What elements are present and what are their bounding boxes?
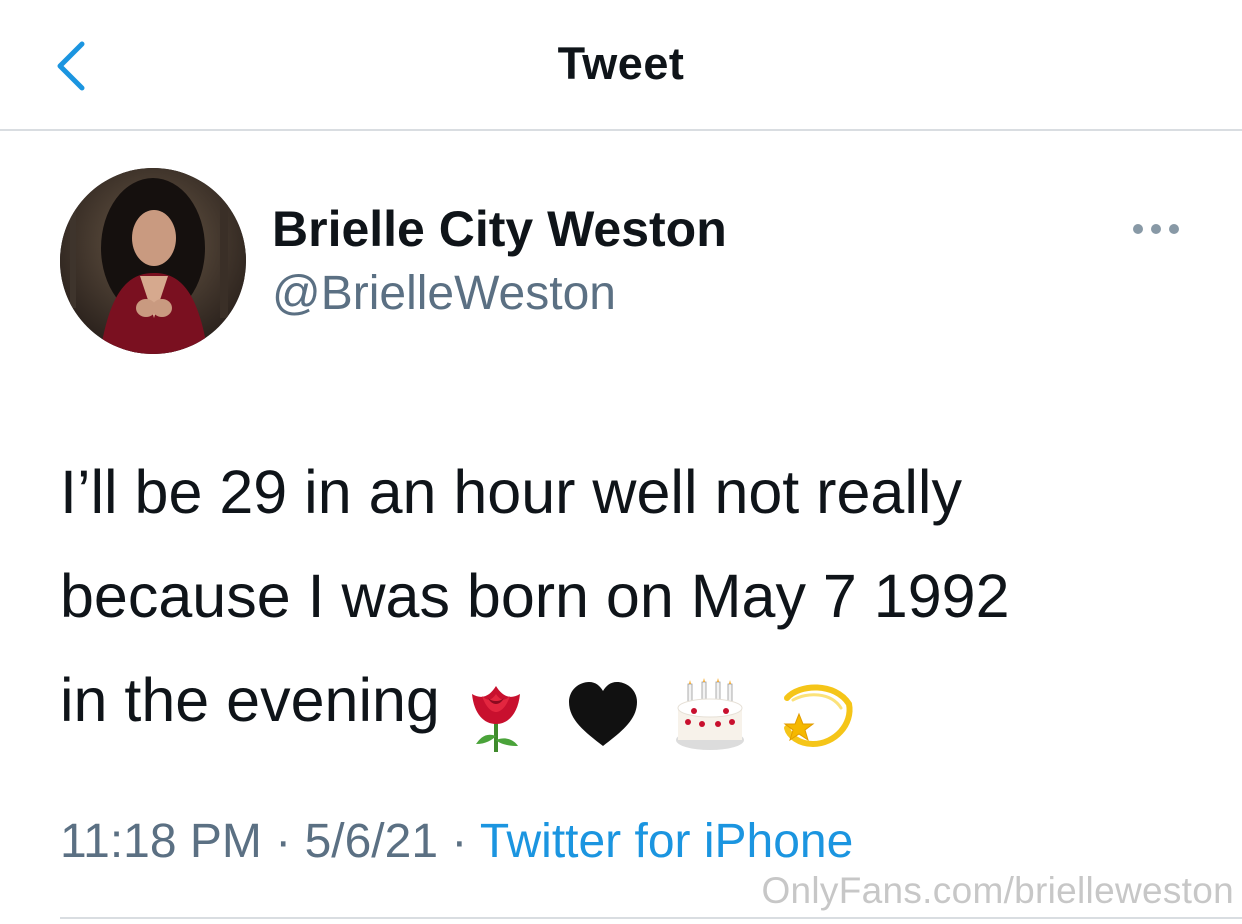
tweet-text-line-with-emoji: in the evening — [60, 648, 1200, 752]
dizzy-star-emoji-icon — [783, 684, 853, 747]
black-heart-emoji-icon — [568, 681, 637, 746]
tweet-text-line: in the evening — [60, 666, 440, 734]
tweet-text-line: because I was born on May 7 1992 — [60, 562, 1010, 630]
tweet-metadata: 11:18 PM · 5/6/21 · Twitter for iPhone — [60, 814, 853, 869]
divider — [60, 917, 1242, 919]
birthday-cake-emoji-icon — [675, 677, 744, 750]
avatar[interactable] — [60, 168, 246, 354]
profile-photo — [60, 168, 246, 354]
tweet-date: 5/6/21 — [304, 815, 439, 868]
meta-separator: · — [451, 815, 468, 868]
navigation-bar: Tweet — [0, 0, 1242, 131]
emoji-row — [458, 659, 869, 752]
tweet-text-line: I’ll be 29 in an hour well not really — [60, 458, 962, 526]
rose-emoji-icon — [471, 685, 520, 752]
watermark: OnlyFans.com/brielleweston — [761, 870, 1234, 911]
tweet-source-link[interactable]: Twitter for iPhone — [480, 815, 854, 868]
page-title: Tweet — [557, 38, 685, 89]
more-options-button[interactable] — [1128, 214, 1184, 244]
tweet-text: I’ll be 29 in an hour well not really be… — [60, 440, 1200, 752]
author-handle[interactable]: @BrielleWeston — [272, 266, 616, 321]
author-name[interactable]: Brielle City Weston — [272, 200, 727, 258]
tweet-time: 11:18 PM — [60, 815, 262, 868]
ellipsis-icon — [1133, 224, 1179, 234]
meta-separator: · — [275, 815, 292, 868]
